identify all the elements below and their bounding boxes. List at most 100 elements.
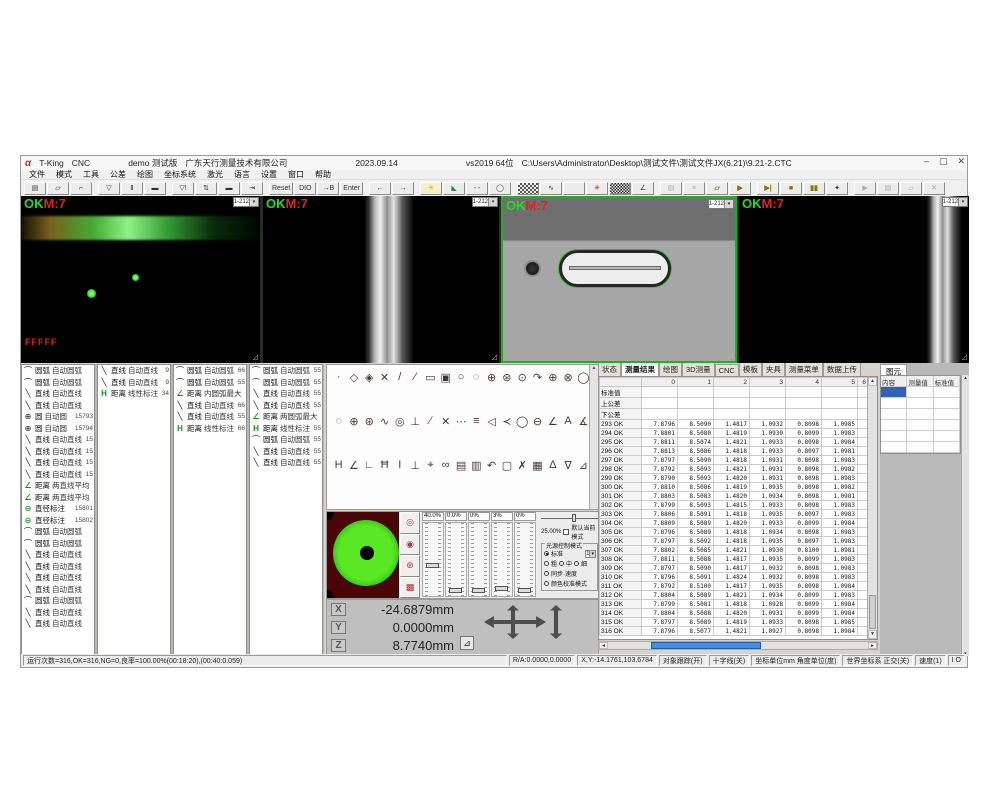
measure-tool-icon[interactable]: ∿ — [377, 415, 392, 428]
run-button[interactable]: ▶ — [729, 182, 751, 195]
tab-状态[interactable]: 状态 — [598, 363, 621, 376]
calibration-button[interactable] — [517, 182, 539, 195]
light-source-button[interactable]: ▩ — [400, 577, 420, 599]
result-row[interactable]: 297 OK7.87978.50901.48181.09310.80981.09… — [600, 456, 869, 465]
measure-tool-icon[interactable]: ≺ — [499, 415, 514, 428]
measure-tool-icon[interactable]: ✕ — [438, 415, 453, 428]
measure-tool-icon[interactable]: / — [392, 371, 407, 383]
measure-tool-icon[interactable]: ∕ — [407, 371, 422, 383]
measure-item[interactable]: ⊖直径标注15802 — [22, 515, 94, 527]
measure-item[interactable]: ⊕圆自动圆15794 — [22, 423, 94, 435]
measure-tool-icon[interactable]: ⊥ — [407, 459, 422, 472]
close-button[interactable]: ✕ — [957, 156, 965, 167]
measure-tool-icon[interactable]: ▣ — [438, 371, 453, 384]
measure-item[interactable]: ╲直线自动直线55 — [250, 400, 322, 412]
jog-right-button[interactable]: → — [392, 182, 414, 195]
light-slider-thumb[interactable] — [449, 588, 462, 593]
result-row[interactable]: 308 OK7.88118.50881.48171.09350.80991.09… — [600, 555, 869, 564]
image-button[interactable]: ◣ — [443, 182, 465, 195]
measure-item[interactable]: ╲直线自动直线55 — [250, 457, 322, 469]
measure-item[interactable]: ⊕圆自动圆15793 — [22, 411, 94, 423]
result-row[interactable]: 316 OK7.87968.50771.48211.09270.80981.09… — [600, 627, 869, 636]
blank-button[interactable] — [563, 182, 585, 195]
stop-button[interactable]: ■ — [780, 182, 802, 195]
tab-3D测量[interactable]: 3D测量 — [682, 363, 715, 376]
element-row[interactable] — [881, 420, 960, 431]
measure-tool-icon[interactable]: ∞ — [438, 459, 453, 471]
measure-tool-icon[interactable]: ▦ — [530, 459, 545, 472]
tools-button[interactable]: ✦ — [826, 182, 848, 195]
zoom-slider[interactable] — [541, 514, 598, 522]
light-source-button[interactable]: ◉ — [400, 534, 420, 556]
standard-radio[interactable] — [544, 551, 549, 556]
camera-view-4[interactable]: OKM:7 1-212▾ ◿ — [739, 196, 969, 363]
light-slider[interactable]: 0.0% — [445, 512, 467, 598]
measure-tool-icon[interactable]: ◎ — [392, 415, 407, 428]
measure-item[interactable]: H距离线性标注55 — [250, 423, 322, 435]
measure-item[interactable]: ╲直线自动直线55 — [250, 446, 322, 458]
measure-tool-icon[interactable]: ▥ — [469, 459, 484, 472]
measure-tool-icon[interactable]: ◇ — [346, 371, 361, 384]
measure-tool-icon[interactable]: ∠ — [545, 415, 560, 428]
measure-tool-icon[interactable]: ◌ — [331, 415, 346, 427]
measure-item[interactable]: ╲直线自动直线15 — [22, 446, 94, 458]
laser-button[interactable]: ✳ — [586, 182, 608, 195]
measure-tool-icon[interactable]: ⊕ — [484, 371, 499, 384]
pause-button[interactable]: ▮▮ — [803, 182, 825, 195]
save-button[interactable]: ▤ — [24, 182, 46, 195]
measure-item[interactable]: ∠距离两直线平均 — [22, 480, 94, 492]
light-slider[interactable]: 40.0% — [422, 512, 444, 598]
level-radio[interactable] — [559, 561, 564, 566]
level-radio[interactable] — [574, 561, 579, 566]
measure-item[interactable]: ⌒圆弧自动圆弧55 — [250, 365, 322, 377]
goto-end-button[interactable]: ⇥ — [241, 182, 263, 195]
light-slider[interactable]: 0% — [514, 512, 536, 598]
tab-测量结果[interactable]: 测量结果 — [621, 363, 659, 376]
matrix-button[interactable] — [609, 182, 631, 195]
magnifier-button[interactable]: ◯ — [489, 182, 511, 195]
measure-item[interactable]: ╲直线自动直线 — [22, 572, 94, 584]
measure-tool-icon[interactable]: ◁ — [484, 415, 499, 428]
run-once-button[interactable]: ▶| — [757, 182, 779, 195]
measure-item[interactable]: ╲直线自动直线9 — [98, 377, 170, 389]
camera-range-select[interactable]: 1-212▾ — [233, 197, 259, 207]
element-row[interactable] — [881, 409, 960, 420]
camera-view-2[interactable]: OKM:7 1-212▾ ◿ — [263, 196, 499, 363]
measure-tool-icon[interactable]: ⊛ — [499, 371, 514, 384]
stage2-button[interactable]: ▬ — [218, 182, 240, 195]
goto-b-button[interactable]: →B — [317, 182, 339, 195]
measure-item[interactable]: ⊖直径标注15801 — [22, 503, 94, 515]
measure-item[interactable]: ╲直线自动直线55 — [174, 411, 246, 423]
measure-item[interactable]: ⌒圆弧自动圆弧 — [22, 526, 94, 538]
camera-range-select[interactable]: 1-212▾ — [942, 197, 968, 207]
zero-axes-button[interactable]: ⊿ — [460, 636, 474, 650]
light-slider[interactable]: 3% — [491, 512, 513, 598]
measure-tool-icon[interactable]: ≡ — [469, 415, 484, 427]
measure-tool-icon[interactable]: · — [331, 371, 346, 383]
measure-tool-icon[interactable]: ⌖ — [423, 459, 438, 472]
open-button[interactable]: ▱ — [47, 182, 69, 195]
probe-pair-button[interactable]: Ⅱ — [121, 182, 143, 195]
measure-tool-icon[interactable]: ▤ — [453, 459, 468, 472]
measure-item[interactable]: ╲直线自动直线15 — [22, 469, 94, 481]
resize-grip-icon[interactable]: ◿ — [253, 353, 258, 361]
result-row[interactable]: 315 OK7.87978.50891.48191.09330.80981.09… — [600, 618, 869, 627]
result-row[interactable]: 309 OK7.87978.50901.48171.09320.80981.09… — [600, 564, 869, 573]
tab-绘图[interactable]: 绘图 — [659, 363, 682, 376]
measure-item[interactable]: ╲直线自动直线 — [22, 618, 94, 630]
measure-item[interactable]: ╲直线自动直线 — [22, 400, 94, 412]
result-row[interactable]: 298 OK7.87928.50931.48211.09310.80981.09… — [600, 465, 869, 474]
measure-tool-icon[interactable]: ∠ — [346, 459, 361, 472]
measure-tool-icon[interactable]: ⊙ — [515, 371, 530, 384]
measure-item[interactable]: ⌒圆弧自动圆弧55 — [250, 434, 322, 446]
stage-button[interactable]: ▬ — [144, 182, 166, 195]
chart-button[interactable]: ∠ — [632, 182, 654, 195]
measure-item[interactable]: ╲直线自动直线 — [22, 549, 94, 561]
measure-item[interactable]: ⌒圆弧自动圆弧55 — [250, 377, 322, 389]
measure-tool-icon[interactable]: Ħ — [377, 459, 392, 471]
measure-tool-icon[interactable]: ✕ — [377, 371, 392, 384]
tab-数据上传[interactable]: 数据上传 — [823, 363, 861, 376]
measure-item[interactable]: ╲直线自动直线66 — [174, 400, 246, 412]
scrollbar-thumb[interactable] — [651, 642, 761, 649]
result-row[interactable]: 299 OK7.87908.50931.48201.09310.80981.09… — [600, 474, 869, 483]
